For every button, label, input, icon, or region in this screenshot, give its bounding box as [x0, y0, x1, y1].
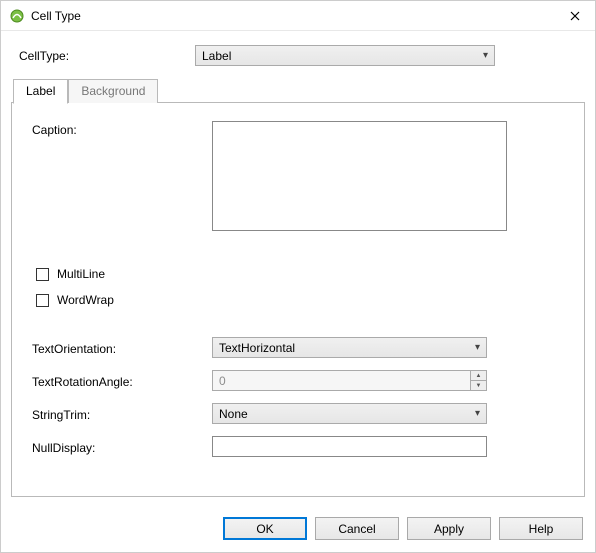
celltype-select[interactable]: Label ▾	[195, 45, 495, 66]
chevron-down-icon: ▾	[475, 408, 480, 419]
chevron-down-icon: ▾	[475, 342, 480, 353]
wordwrap-row: WordWrap	[36, 293, 560, 307]
dialog-content: CellType: Label ▾ Label Background Capti…	[1, 31, 595, 507]
spinner-down-button[interactable]: ▼	[471, 381, 486, 390]
nulldisplay-input[interactable]	[212, 436, 487, 457]
textorientation-label: TextOrientation:	[32, 340, 212, 356]
titlebar: Cell Type	[1, 1, 595, 31]
stringtrim-select-value: None	[219, 407, 248, 421]
apply-button-label: Apply	[434, 522, 464, 536]
caption-row: Caption:	[32, 121, 564, 231]
stringtrim-select[interactable]: None ▾	[212, 403, 487, 424]
wordwrap-checkbox[interactable]	[36, 294, 49, 307]
help-button[interactable]: Help	[499, 517, 583, 540]
nulldisplay-row: NullDisplay:	[32, 436, 564, 457]
tab-label-text: Label	[26, 84, 55, 98]
dialog-window: Cell Type CellType: Label ▾ Label Backgr…	[0, 0, 596, 553]
app-icon	[9, 8, 25, 24]
textrotation-spinner[interactable]: ▲ ▼	[212, 370, 487, 391]
tab-background-text: Background	[81, 84, 145, 98]
help-button-label: Help	[529, 522, 554, 536]
textrotation-label: TextRotationAngle:	[32, 373, 212, 389]
chevron-down-icon: ▾	[483, 50, 488, 61]
stringtrim-row: StringTrim: None ▾	[32, 403, 564, 424]
multiline-row: MultiLine	[36, 267, 560, 281]
stringtrim-label: StringTrim:	[32, 406, 212, 422]
cancel-button[interactable]: Cancel	[315, 517, 399, 540]
textrotation-row: TextRotationAngle: ▲ ▼	[32, 370, 564, 391]
window-title: Cell Type	[31, 9, 81, 23]
ok-button-label: OK	[256, 522, 273, 536]
spinner-up-button[interactable]: ▲	[471, 371, 486, 381]
tab-label[interactable]: Label	[13, 79, 68, 104]
caption-input[interactable]	[212, 121, 507, 231]
nulldisplay-label: NullDisplay:	[32, 439, 212, 455]
cancel-button-label: Cancel	[338, 522, 375, 536]
wordwrap-label: WordWrap	[57, 293, 114, 307]
close-icon	[570, 8, 580, 24]
celltype-row: CellType: Label ▾	[11, 37, 585, 78]
ok-button[interactable]: OK	[223, 517, 307, 540]
multiline-checkbox[interactable]	[36, 268, 49, 281]
tabpanel-label: Caption: MultiLine WordWrap TextOrientat…	[11, 102, 585, 497]
spinner-buttons: ▲ ▼	[470, 371, 486, 390]
apply-button[interactable]: Apply	[407, 517, 491, 540]
textorientation-row: TextOrientation: TextHorizontal ▾	[32, 337, 564, 358]
multiline-label: MultiLine	[57, 267, 105, 281]
caption-label: Caption:	[32, 121, 212, 137]
textorientation-select-value: TextHorizontal	[219, 341, 295, 355]
tab-background[interactable]: Background	[68, 79, 158, 103]
textorientation-select[interactable]: TextHorizontal ▾	[212, 337, 487, 358]
tabstrip: Label Background	[13, 78, 585, 103]
close-button[interactable]	[555, 1, 595, 31]
celltype-label: CellType:	[15, 49, 195, 63]
textrotation-input[interactable]	[213, 371, 470, 390]
button-bar: OK Cancel Apply Help	[1, 507, 595, 552]
celltype-select-value: Label	[202, 49, 231, 63]
